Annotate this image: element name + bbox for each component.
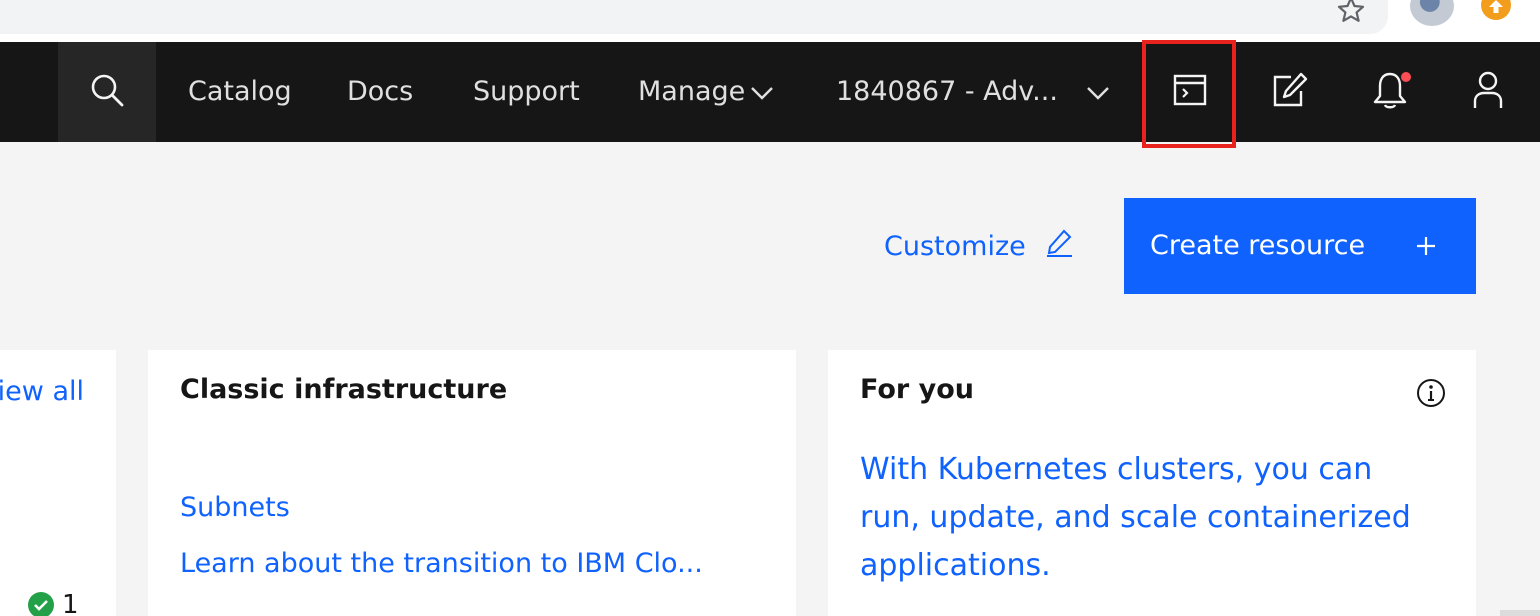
masthead: Catalog Docs Support Manage 1840867 - Ad… bbox=[0, 42, 1540, 142]
plus-icon bbox=[1412, 232, 1440, 267]
status-row: 1 bbox=[28, 590, 79, 616]
chevron-down-icon[interactable] bbox=[1086, 82, 1110, 106]
star-icon[interactable] bbox=[1336, 0, 1366, 22]
customize-label: Customize bbox=[884, 230, 1026, 262]
status-count: 1 bbox=[62, 590, 79, 616]
classic-infrastructure-tile: Classic infrastructure Subnets Learn abo… bbox=[148, 350, 796, 616]
cloud-shell-button[interactable] bbox=[1144, 42, 1236, 142]
checkmark-icon bbox=[28, 592, 54, 616]
feedback-button[interactable] bbox=[1244, 42, 1336, 142]
chevron-down-icon[interactable] bbox=[750, 82, 774, 106]
for-you-tile: For you With Kubernetes clusters, you ca… bbox=[828, 350, 1476, 616]
create-resource-label: Create resource bbox=[1150, 230, 1366, 261]
subnets-link[interactable]: Subnets bbox=[180, 492, 290, 523]
profile-avatar[interactable] bbox=[1410, 0, 1454, 26]
browser-toolbar bbox=[0, 0, 1540, 42]
pencil-icon bbox=[1044, 228, 1074, 265]
address-bar[interactable] bbox=[0, 0, 1388, 34]
profile-button[interactable] bbox=[1442, 42, 1534, 142]
recommendation-link[interactable]: With Kubernetes clusters, you can run, u… bbox=[860, 446, 1440, 590]
transition-link[interactable]: Learn about the transition to IBM Clo... bbox=[180, 548, 703, 579]
divider bbox=[1500, 610, 1540, 616]
terminal-icon bbox=[1173, 74, 1207, 110]
nav-docs[interactable]: Docs bbox=[347, 42, 413, 142]
notifications-button[interactable] bbox=[1344, 42, 1436, 142]
notification-dot bbox=[1401, 72, 1411, 82]
nav-manage[interactable]: Manage bbox=[638, 42, 745, 142]
tile-title: Classic infrastructure bbox=[180, 374, 508, 405]
nav-support[interactable]: Support bbox=[473, 42, 580, 142]
search-icon bbox=[89, 72, 125, 112]
tile-title: For you bbox=[860, 374, 974, 405]
search-button[interactable] bbox=[58, 42, 156, 142]
create-resource-button[interactable]: Create resource bbox=[1124, 198, 1476, 294]
info-icon[interactable] bbox=[1416, 378, 1446, 412]
customize-link[interactable]: Customize bbox=[884, 226, 1074, 266]
resource-summary-tile: View all 1 bbox=[0, 350, 116, 616]
view-all-link[interactable]: View all bbox=[0, 376, 84, 407]
account-switcher[interactable]: 1840867 - Adv... bbox=[836, 42, 1058, 142]
nav-catalog[interactable]: Catalog bbox=[188, 42, 292, 142]
user-icon bbox=[1472, 70, 1504, 114]
update-icon[interactable] bbox=[1481, 0, 1511, 20]
edit-icon bbox=[1271, 71, 1309, 113]
